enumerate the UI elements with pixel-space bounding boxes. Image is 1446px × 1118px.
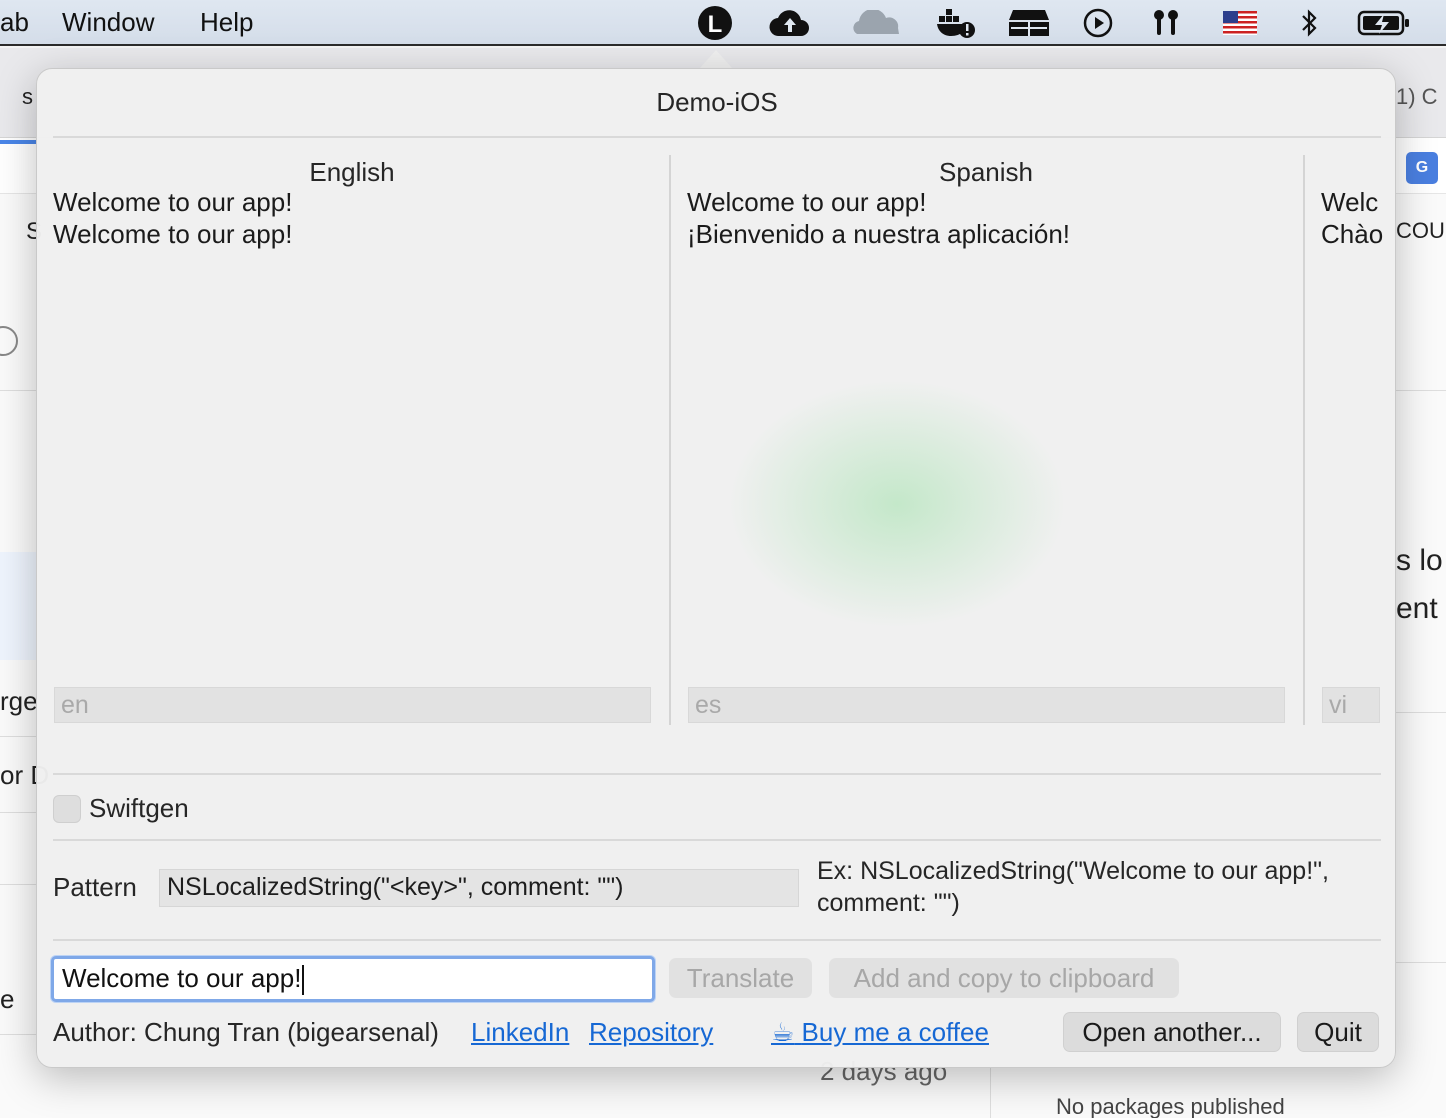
- coffee-icon: ☕: [771, 1017, 795, 1047]
- english-line-1: Welcome to our app!: [53, 187, 293, 217]
- english-line-2: Welcome to our app!: [53, 219, 293, 249]
- spanish-line-1: Welcome to our app!: [687, 187, 927, 217]
- popover-arrow: [699, 50, 733, 69]
- background-divider: [0, 812, 36, 813]
- pattern-example: Ex: NSLocalizedString("Welcome to our ap…: [817, 857, 1329, 917]
- l-app-icon[interactable]: L: [696, 5, 734, 41]
- google-translate-icon: G: [1406, 152, 1438, 184]
- cloudflare-icon[interactable]: [850, 5, 902, 41]
- language-header-english: English: [309, 157, 395, 187]
- airpods-icon[interactable]: [1150, 5, 1182, 41]
- project-title: Demo-iOS: [656, 87, 778, 117]
- background-side-text: e: [0, 984, 15, 1014]
- header-separator: [53, 136, 1381, 138]
- docker-icon[interactable]: [934, 5, 978, 41]
- swiftgen-label[interactable]: Swiftgen: [89, 793, 189, 824]
- background-divider: [0, 1034, 36, 1035]
- repository-link[interactable]: Repository: [589, 1017, 713, 1048]
- pattern-separator: [53, 939, 1381, 941]
- column-divider: [1303, 155, 1305, 725]
- pattern-label: Pattern: [53, 872, 137, 902]
- us-flag-icon[interactable]: [1222, 5, 1258, 41]
- spanish-line-2: ¡Bienvenido a nuestra aplicación!: [687, 219, 1071, 249]
- background-divider: [1396, 712, 1446, 713]
- swiftgen-separator: [53, 839, 1381, 841]
- language-code-field-spanish[interactable]: es: [688, 687, 1285, 723]
- storage-icon[interactable]: [1006, 5, 1052, 41]
- background-selected-row: [0, 552, 36, 660]
- decorative-glow: [727, 379, 1067, 629]
- background-tab-label-right: 1) C: [1396, 84, 1438, 109]
- buy-coffee-link[interactable]: ☕ Buy me a coffee: [771, 1017, 989, 1048]
- background-divider: [1396, 390, 1446, 391]
- background-divider: [0, 736, 36, 737]
- background-divider: [0, 884, 36, 885]
- linkedin-link[interactable]: LinkedIn: [471, 1017, 569, 1048]
- background-right-text: COUR: [1396, 218, 1446, 243]
- background-right-text: ent: [1396, 592, 1438, 625]
- column-divider: [669, 155, 671, 725]
- background-divider: [0, 390, 36, 391]
- battery-charging-icon[interactable]: [1356, 5, 1412, 41]
- menu-bar: ab Window Help L: [0, 0, 1446, 46]
- text-caret: [302, 965, 305, 996]
- add-and-copy-button[interactable]: Add and copy to clipboard: [829, 958, 1179, 998]
- translate-button[interactable]: Translate: [669, 958, 812, 998]
- vietnamese-line-2: Chào: [1321, 219, 1384, 249]
- buy-coffee-label: Buy me a coffee: [801, 1017, 989, 1047]
- text-input[interactable]: Welcome to our app!: [51, 956, 655, 1002]
- background-right-text: s lo: [1396, 544, 1443, 577]
- background-tab-label: s: [22, 84, 33, 109]
- text-input-value: Welcome to our app!: [62, 963, 302, 993]
- background-side-text: rge: [0, 686, 38, 716]
- background-divider: [1396, 962, 1446, 963]
- menu-item-tab[interactable]: ab: [0, 7, 29, 38]
- menu-item-help[interactable]: Help: [200, 7, 253, 38]
- author-text: Author: Chung Tran (bigearsenal): [53, 1017, 439, 1047]
- columns-separator: [53, 773, 1381, 775]
- language-header-spanish: Spanish: [939, 157, 1033, 187]
- menu-item-window[interactable]: Window: [62, 7, 154, 38]
- svg-text:L: L: [708, 11, 723, 38]
- cloud-upload-icon[interactable]: [768, 5, 812, 41]
- open-another-button[interactable]: Open another...: [1063, 1012, 1281, 1052]
- background-packages-text: No packages published: [1056, 1094, 1285, 1118]
- vietnamese-line-1: Welc: [1321, 187, 1379, 217]
- pattern-input[interactable]: NSLocalizedString("<key>", comment: ""): [159, 869, 799, 907]
- play-icon[interactable]: [1082, 5, 1114, 41]
- language-code-field-english[interactable]: en: [54, 687, 651, 723]
- swiftgen-checkbox[interactable]: [53, 795, 81, 823]
- language-code-field-vietnamese[interactable]: vi: [1322, 687, 1380, 723]
- background-divider: [990, 1068, 991, 1118]
- background-active-tab-indicator: [0, 140, 36, 144]
- bluetooth-icon[interactable]: [1296, 5, 1322, 41]
- localization-popover: Demo-iOS English Welcome to our app! Wel…: [36, 68, 1396, 1068]
- quit-button[interactable]: Quit: [1297, 1012, 1379, 1052]
